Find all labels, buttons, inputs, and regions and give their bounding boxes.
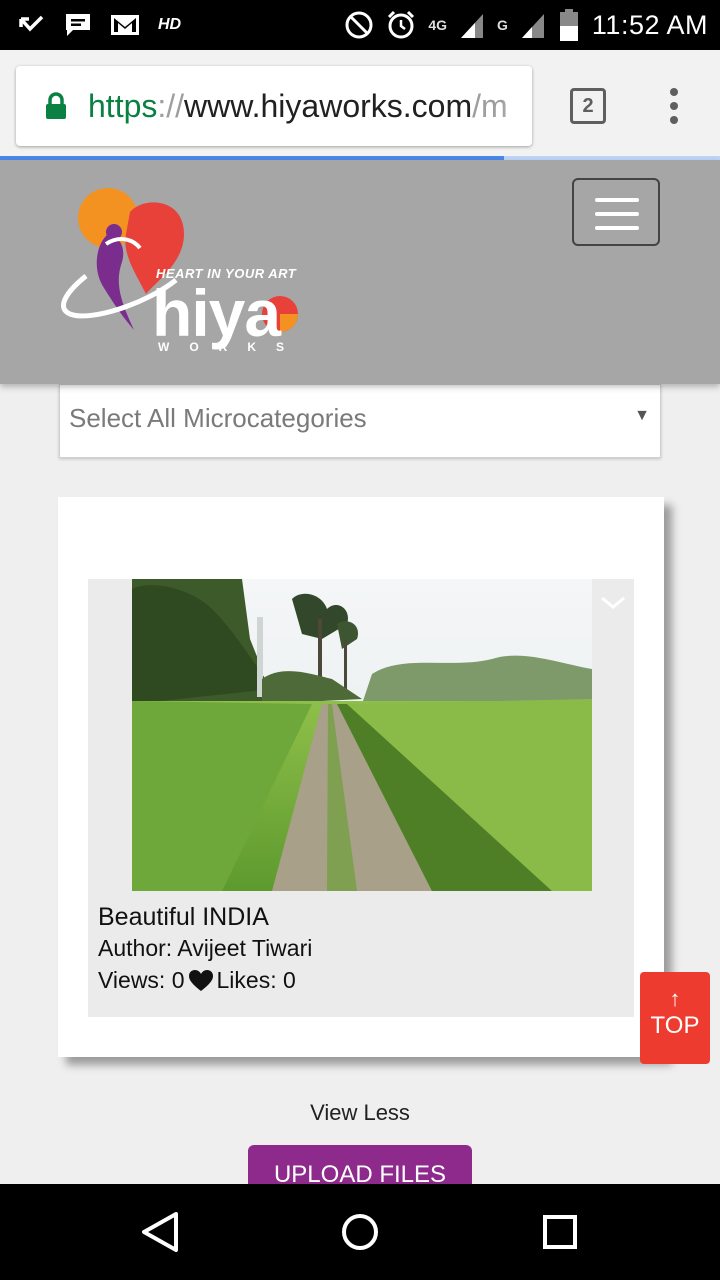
logo-subtext: WORKS (158, 340, 304, 354)
browser-menu-button[interactable] (664, 88, 684, 128)
back-icon[interactable] (136, 1208, 184, 1256)
hiya-works-logo[interactable]: HEART IN YOUR ART hiya WORKS (56, 184, 316, 364)
scroll-to-top-button[interactable]: ↑ TOP (640, 972, 710, 1064)
gallery-card: Beautiful INDIA Author: Avijeet Tiwari V… (58, 497, 664, 1057)
url-scheme: https (88, 88, 158, 124)
url-separator: :// (157, 88, 185, 124)
hamburger-menu-button[interactable] (572, 178, 660, 246)
gallery-item[interactable]: Beautiful INDIA Author: Avijeet Tiwari V… (88, 579, 634, 1017)
alarm-icon (388, 10, 415, 39)
status-bar: HD 4G G 11:52 AM (0, 0, 720, 50)
url-text: https://www.hiyaworks.com/m (88, 88, 508, 124)
menu-dot (670, 88, 678, 96)
recents-icon[interactable] (536, 1208, 584, 1256)
logo-wordmark: hiya (152, 276, 281, 350)
message-icon (66, 14, 90, 36)
url-host: www.hiyaworks.com (184, 88, 473, 124)
home-icon[interactable] (336, 1208, 384, 1256)
signal-icon (461, 14, 484, 38)
heart-icon[interactable] (188, 969, 214, 993)
network-4g-label: 4G (428, 17, 448, 33)
tab-switcher-button[interactable]: 2 (570, 88, 606, 124)
gmail-icon (111, 15, 139, 35)
menu-bar (595, 226, 639, 230)
menu-bar (595, 198, 639, 202)
artwork-author: Author: Avijeet Tiwari (98, 935, 313, 961)
view-less-link[interactable]: View Less (0, 1100, 720, 1126)
menu-bar (595, 212, 639, 216)
hd-indicator: HD (158, 16, 182, 33)
views-count: Views: 0 (98, 967, 185, 993)
artwork-title[interactable]: Beautiful INDIA (98, 903, 269, 932)
microcategory-selected-value: Select All Microcategories (69, 403, 367, 433)
url-fade (502, 66, 532, 146)
site-header: HEART IN YOUR ART hiya WORKS (0, 160, 720, 384)
chevron-down-icon[interactable] (598, 593, 628, 613)
microcategory-select[interactable]: Select All Microcategories ▼ (59, 384, 661, 458)
browser-toolbar: https://www.hiyaworks.com/m 2 (0, 50, 720, 160)
arrow-up-icon: ↑ (669, 986, 681, 1011)
network-g-label: G (497, 17, 508, 33)
menu-dot (670, 102, 678, 110)
battery-icon (559, 9, 578, 41)
artwork-stats: Views: 0 Likes: 0 (98, 967, 296, 994)
do-not-disturb-icon (345, 11, 373, 39)
address-bar[interactable]: https://www.hiyaworks.com/m (16, 66, 532, 146)
menu-dot (670, 116, 678, 124)
signal-icon-2 (521, 14, 544, 38)
clock: 11:52 AM (591, 9, 708, 40)
likes-count: Likes: 0 (216, 967, 296, 993)
missed-call-icon (19, 15, 44, 32)
artwork-photo[interactable] (132, 579, 592, 891)
top-label: TOP (650, 1012, 700, 1039)
dropdown-arrow-icon: ▼ (634, 407, 650, 424)
lock-icon (46, 92, 66, 119)
android-nav-bar (0, 1184, 720, 1280)
